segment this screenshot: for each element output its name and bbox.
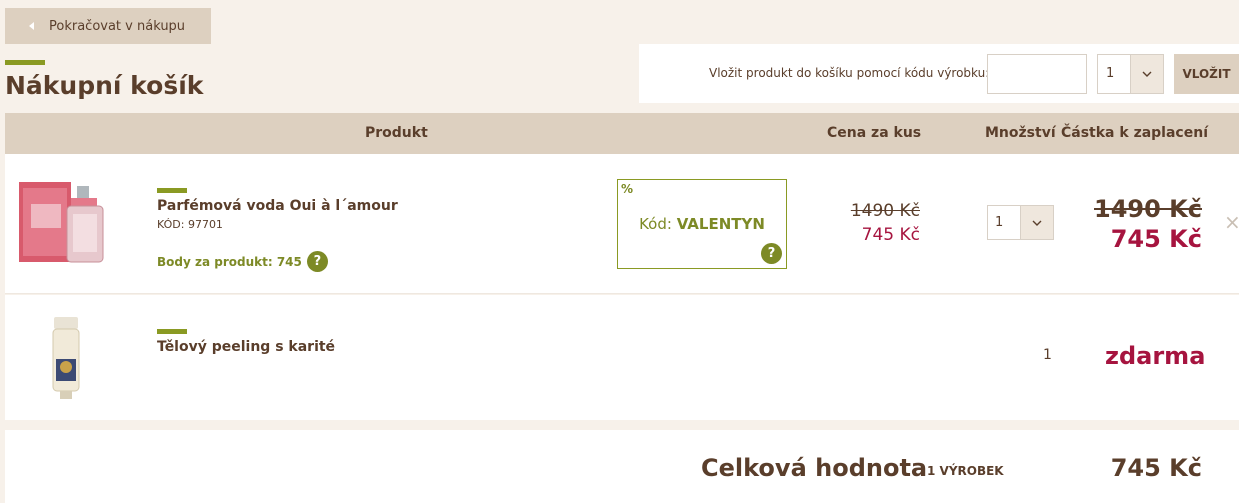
free-label: zdarma (1105, 342, 1206, 370)
item-qty-value: 1 (1043, 347, 1052, 363)
peeling-product-image[interactable] (50, 317, 82, 405)
chevron-down-icon (1020, 206, 1053, 239)
product-points: Body za produkt: 745 ? (157, 251, 328, 272)
product-code-input[interactable] (987, 54, 1087, 94)
question-icon[interactable]: ? (761, 243, 782, 264)
col-unit-price: Cena za kus (827, 125, 922, 141)
cart-summary: Celková hodnota 1 VÝROBEK 745 Kč (5, 430, 1239, 503)
chevron-down-icon (1130, 55, 1163, 93)
promo-code-value: VALENTYN (676, 215, 765, 233)
perfume-product-image[interactable] (17, 174, 112, 270)
total-old-price: 1490 Kč (1094, 195, 1202, 223)
promo-code-prefix: Kód: (639, 215, 672, 233)
unit-new-price: 745 Kč (861, 225, 920, 245)
caret-left-icon (29, 22, 34, 30)
points-label: Body za produkt: 745 (157, 254, 302, 269)
col-quantity: Množství (985, 125, 1056, 141)
continue-shopping-button[interactable]: Pokračovat v nákupu (5, 8, 211, 44)
cart-table-header: Produkt Cena za kus Množství Částka k za… (5, 113, 1239, 154)
code-qty-value: 1 (1106, 66, 1115, 81)
question-icon[interactable]: ? (306, 251, 328, 272)
promo-code-box: % Kód: VALENTYN ? (617, 179, 787, 269)
add-by-code-label: Vložit produkt do košíku pomocí kódu výr… (709, 66, 990, 80)
product-name[interactable]: Tělový peeling s karité (157, 339, 335, 355)
summary-total: 745 Kč (1110, 454, 1202, 482)
cart-item-row: Tělový peeling s karité 1 zdarma (5, 295, 1239, 420)
total-new-price: 745 Kč (1110, 225, 1202, 253)
add-by-code-panel: Vložit produkt do košíku pomocí kódu výr… (639, 44, 1239, 103)
close-icon[interactable]: × (1224, 210, 1239, 234)
page-title: Nákupní košík (5, 71, 204, 100)
col-total: Částka k zaplacení (1061, 125, 1208, 141)
summary-label: Celková hodnota (701, 454, 928, 482)
item-qty-value: 1 (995, 215, 1004, 230)
item-qty-select[interactable]: 1 (987, 205, 1054, 240)
summary-item-count: 1 VÝROBEK (927, 464, 1004, 478)
cart-item-row: Parfémová voda Oui à l´amour KÓD: 97701 … (5, 154, 1239, 294)
continue-shopping-label: Pokračovat v nákupu (49, 18, 186, 34)
product-code: KÓD: 97701 (157, 218, 223, 231)
insert-product-button[interactable]: VLOŽIT (1174, 54, 1239, 94)
percent-icon: % (621, 182, 634, 196)
item-accent-bar (157, 329, 187, 334)
item-accent-bar (157, 188, 187, 193)
unit-old-price: 1490 Kč (850, 201, 920, 221)
product-name[interactable]: Parfémová voda Oui à l´amour (157, 198, 398, 214)
col-product: Produkt (365, 125, 428, 141)
promo-code-text: Kód: VALENTYN (618, 215, 786, 233)
code-qty-select[interactable]: 1 (1097, 54, 1164, 94)
title-accent-bar (5, 60, 45, 65)
